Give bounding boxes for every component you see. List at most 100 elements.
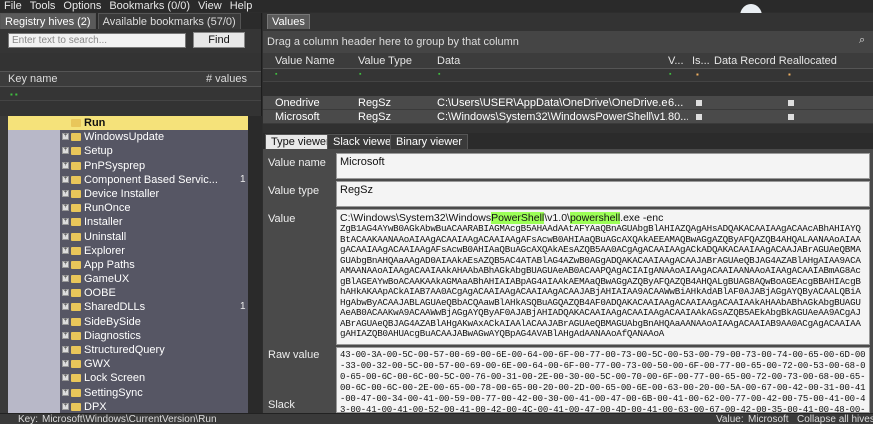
key-name-header[interactable]: Key name	[8, 73, 58, 85]
tree-item-label: RunOnce	[84, 202, 131, 215]
tree-item[interactable]: + GameUX	[0, 272, 248, 287]
table-row[interactable]: Microsoft RegSz C:\Windows\System32\Wind…	[263, 110, 873, 124]
tree-cell	[60, 116, 206, 131]
col-value-type[interactable]: Value Type	[358, 55, 436, 67]
find-button[interactable]: Find	[193, 32, 245, 48]
expand-icon[interactable]: +	[62, 317, 69, 325]
tab-values[interactable]: Values	[267, 14, 310, 29]
search-icon[interactable]: ⌕	[859, 34, 865, 47]
expand-icon[interactable]: +	[62, 374, 69, 382]
tree-item[interactable]: + Device Installer	[0, 186, 248, 202]
registry-hives-panel: Registry hives (2) Available bookmarks (…	[0, 13, 262, 413]
values-panel: Values Drag a column header here to grou…	[263, 13, 873, 413]
col-is[interactable]: Is...	[692, 55, 710, 67]
checkbox[interactable]	[696, 100, 702, 106]
tree-item[interactable]: Run	[0, 116, 248, 131]
tree-item[interactable]: + OOBE	[0, 286, 248, 301]
raw-value-field[interactable]: 43-00-3A-00-5C-00-57-00-69-00-6E-00-64-0…	[336, 347, 870, 413]
collapse-all-hives-button[interactable]: Collapse all hives	[797, 414, 873, 424]
menu-help[interactable]: Help	[226, 0, 257, 12]
checkbox[interactable]	[788, 114, 794, 120]
tree-count-cell	[206, 116, 248, 131]
tree-scrollbar[interactable]	[248, 116, 262, 413]
tree-item-label: Device Installer	[84, 187, 160, 200]
tree-item[interactable]: + Lock Screen	[0, 371, 248, 386]
tree-item[interactable]: + DPX	[0, 399, 248, 413]
expand-icon[interactable]: +	[62, 275, 69, 283]
expand-icon[interactable]: +	[62, 161, 69, 169]
expand-icon[interactable]: +	[62, 289, 69, 297]
group-by-bar[interactable]: Drag a column header here to group by th…	[263, 31, 873, 53]
tree-item[interactable]: + WindowsUpdate	[0, 130, 248, 145]
values-count-header[interactable]: # values	[206, 73, 247, 85]
menu-view[interactable]: View	[194, 0, 226, 12]
tab-type-viewer[interactable]: Type viewer	[265, 134, 336, 149]
menu-file[interactable]: File	[0, 0, 26, 12]
value-name-field[interactable]: Microsoft	[336, 153, 870, 179]
checkbox[interactable]	[788, 100, 794, 106]
expand-icon[interactable]: +	[62, 360, 69, 368]
value-type-field[interactable]: RegSz	[336, 181, 870, 207]
expand-icon[interactable]: +	[62, 331, 69, 339]
col-data-record-reallocated[interactable]: Data Record Reallocated	[714, 55, 864, 67]
tree-item[interactable]: + Explorer	[0, 243, 248, 258]
folder-icon	[71, 402, 81, 411]
expand-icon[interactable]: +	[62, 260, 69, 268]
tree-item-label: Lock Screen	[84, 372, 146, 385]
values-filter-row[interactable]: ▪ ▪ ▪ ▪ ▪ ▪	[263, 69, 873, 82]
menu-options[interactable]: Options	[59, 0, 105, 12]
status-key-label: Key:	[18, 414, 39, 424]
tab-binary-viewer[interactable]: Binary viewer	[390, 134, 469, 149]
col-value-name[interactable]: Value Name	[275, 55, 357, 67]
tree-item[interactable]: + Component Based Servic... 1	[0, 172, 248, 187]
value-label: Value	[268, 213, 296, 225]
tree-item[interactable]: + PnPSysprep	[0, 158, 248, 173]
tree-item[interactable]: + SideBySide	[0, 314, 248, 329]
folder-icon	[71, 289, 81, 298]
expand-icon[interactable]: +	[62, 402, 69, 410]
value-name-label: Value name	[268, 157, 326, 169]
expand-icon[interactable]: +	[62, 388, 69, 396]
tree-item[interactable]: + Installer	[0, 215, 248, 230]
tree-item[interactable]: + StructuredQuery	[0, 343, 248, 358]
tree-item[interactable]: + SettingSync	[0, 385, 248, 400]
tree-item[interactable]: + SharedDLLs 1	[0, 300, 248, 315]
expand-icon[interactable]: +	[62, 346, 69, 353]
value-field[interactable]: C:\Windows\System32\WindowsPowerShell\v1…	[336, 209, 870, 345]
expand-icon[interactable]: +	[62, 147, 69, 155]
tree-item-label: App Paths	[84, 258, 135, 271]
expand-icon[interactable]: +	[62, 133, 69, 141]
folder-icon	[71, 374, 81, 383]
expand-icon[interactable]: +	[62, 189, 69, 197]
tab-available-bookmarks[interactable]: Available bookmarks (57/0)	[97, 13, 241, 29]
expand-icon[interactable]: +	[62, 204, 69, 212]
expand-icon[interactable]: +	[62, 232, 69, 240]
status-key-path: Microsoft\Windows\CurrentVersion\Run	[42, 414, 217, 424]
tree-item[interactable]: + App Paths	[0, 257, 248, 273]
expand-icon[interactable]: +	[62, 175, 69, 183]
type-viewer-panel: Value name Microsoft Value type RegSz Va…	[263, 149, 873, 413]
expand-icon[interactable]: +	[62, 303, 69, 311]
checkbox[interactable]	[696, 114, 702, 120]
menu-tools[interactable]: Tools	[26, 0, 60, 12]
value-type-cell: RegSz	[358, 97, 392, 109]
col-data[interactable]: Data	[437, 55, 667, 67]
col-v[interactable]: V...	[668, 55, 686, 67]
tab-registry-hives[interactable]: Registry hives (2)	[0, 13, 96, 29]
tree-filter-row[interactable]: ▪▪	[0, 87, 261, 101]
expand-icon[interactable]: +	[62, 246, 69, 254]
tree-item[interactable]: + RunOnce	[0, 201, 248, 216]
search-input[interactable]: Enter text to search...	[8, 33, 186, 48]
tree-item[interactable]: + GWX	[0, 357, 248, 372]
tree-item[interactable]: + Diagnostics	[0, 328, 248, 343]
tree-count-cell	[206, 286, 248, 301]
menu-bookmarks[interactable]: Bookmarks (0/0)	[105, 0, 194, 12]
tree-count-cell	[206, 130, 248, 145]
table-row[interactable]: Onedrive RegSz C:\Users\USER\AppData\One…	[263, 96, 873, 110]
tree-indent	[8, 229, 60, 244]
tree-item[interactable]: + Setup	[0, 144, 248, 159]
tree-count-cell	[206, 201, 248, 216]
tree-item-label: GameUX	[84, 273, 130, 286]
tree-item[interactable]: + Uninstall	[0, 229, 248, 244]
expand-icon[interactable]: +	[62, 218, 69, 226]
